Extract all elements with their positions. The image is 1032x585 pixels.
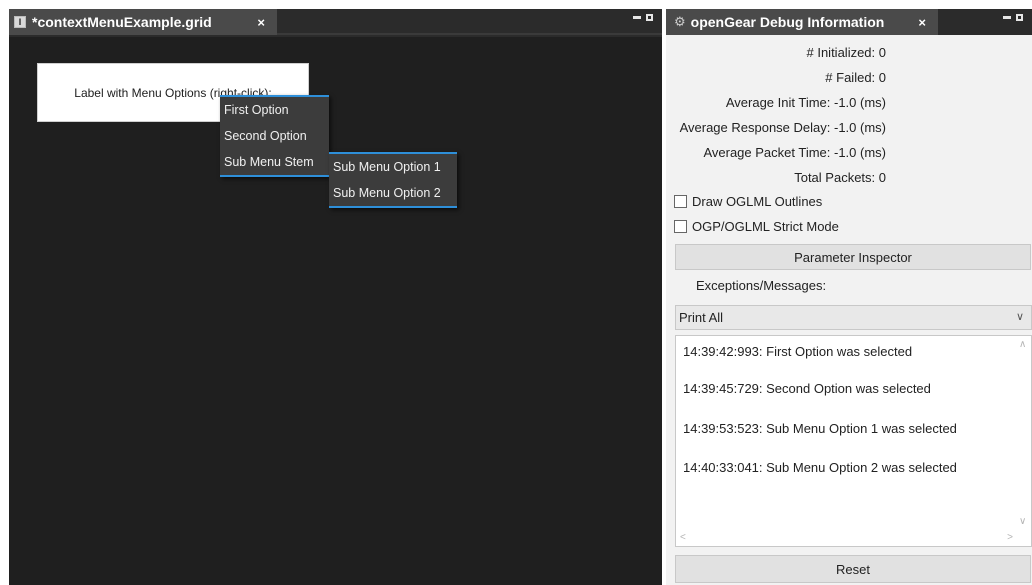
- strict-mode-label: OGP/OGLML Strict Mode: [692, 219, 839, 234]
- message-item: 14:40:33:041: Sub Menu Option 2 was sele…: [683, 460, 957, 475]
- draw-oglml-outlines-label: Draw OGLML Outlines: [692, 194, 823, 209]
- message-item: 14:39:45:729: Second Option was selected: [683, 381, 931, 396]
- debug-pane: ⚙ openGear Debug Information × # Initial…: [666, 9, 1032, 585]
- editor-window-controls: [633, 14, 653, 21]
- editor-tabbar: I *contextMenuExample.grid ×: [9, 9, 662, 35]
- message-item: 14:39:42:993: First Option was selected: [683, 344, 913, 359]
- stat-avg-response-delay: Average Response Delay: -1.0 (ms): [679, 120, 886, 135]
- editor-tab[interactable]: I *contextMenuExample.grid ×: [9, 9, 277, 35]
- minimize-icon[interactable]: [1003, 16, 1011, 19]
- chevron-down-icon: ∨: [1015, 311, 1024, 323]
- print-filter-select[interactable]: Print All ∨: [675, 305, 1032, 330]
- print-filter-value: Print All: [679, 310, 724, 325]
- messages-list[interactable]: 14:39:42:993: First Option was selected …: [675, 335, 1032, 547]
- vertical-scrollbar[interactable]: ∧ ∨: [1016, 336, 1031, 530]
- menu-item-first-option[interactable]: First Option: [220, 97, 329, 123]
- strict-mode-checkbox[interactable]: [674, 220, 687, 233]
- debug-window-controls: [1003, 14, 1023, 21]
- scroll-right-icon[interactable]: >: [1007, 532, 1013, 543]
- stat-failed: # Failed: 0: [825, 70, 886, 85]
- parameter-inspector-label: Parameter Inspector: [794, 249, 912, 265]
- maximize-icon[interactable]: [1016, 14, 1023, 21]
- debug-tab[interactable]: ⚙ openGear Debug Information ×: [666, 9, 938, 35]
- editor-tab-title: *contextMenuExample.grid: [32, 14, 212, 30]
- stat-avg-packet-time: Average Packet Time: -1.0 (ms): [703, 145, 886, 160]
- stat-avg-init-time: Average Init Time: -1.0 (ms): [725, 95, 886, 110]
- scroll-up-icon[interactable]: ∧: [1019, 339, 1026, 350]
- menu-item-sub-menu-stem[interactable]: Sub Menu Stem: [220, 149, 329, 175]
- draw-oglml-outlines-checkbox[interactable]: [674, 195, 687, 208]
- stat-initialized: # Initialized: 0: [806, 45, 887, 60]
- context-menu: First Option Second Option Sub Menu Stem: [220, 95, 329, 177]
- menu-item-sub-option-2[interactable]: Sub Menu Option 2: [329, 180, 457, 206]
- strict-mode-row[interactable]: OGP/OGLML Strict Mode: [674, 219, 839, 234]
- debug-tabbar: ⚙ openGear Debug Information ×: [666, 9, 1032, 35]
- menu-item-second-option[interactable]: Second Option: [220, 123, 329, 149]
- minimize-icon[interactable]: [633, 16, 641, 19]
- draw-oglml-outlines-row[interactable]: Draw OGLML Outlines: [674, 194, 822, 209]
- scroll-down-icon[interactable]: ∨: [1019, 516, 1026, 527]
- message-item: 14:39:53:523: Sub Menu Option 1 was sele…: [683, 421, 957, 436]
- submenu: Sub Menu Option 1 Sub Menu Option 2: [329, 152, 457, 208]
- reset-label: Reset: [836, 561, 870, 577]
- debug-tab-title: openGear Debug Information: [690, 14, 885, 30]
- maximize-icon[interactable]: [646, 14, 653, 21]
- scroll-left-icon[interactable]: <: [680, 532, 686, 543]
- gear-icon: ⚙: [674, 14, 686, 29]
- reset-button[interactable]: Reset: [675, 555, 1031, 583]
- stat-total-packets: Total Packets: 0: [794, 170, 886, 185]
- horizontal-scrollbar[interactable]: < >: [676, 530, 1017, 546]
- menu-item-sub-option-1[interactable]: Sub Menu Option 1: [329, 154, 457, 180]
- close-icon[interactable]: ×: [257, 15, 265, 30]
- close-icon[interactable]: ×: [918, 15, 926, 30]
- grid-file-icon: I: [14, 16, 26, 28]
- parameter-inspector-button[interactable]: Parameter Inspector: [675, 244, 1031, 270]
- grid-editor-pane: I *contextMenuExample.grid × Label with …: [9, 9, 662, 585]
- exceptions-messages-label: Exceptions/Messages:: [696, 278, 827, 293]
